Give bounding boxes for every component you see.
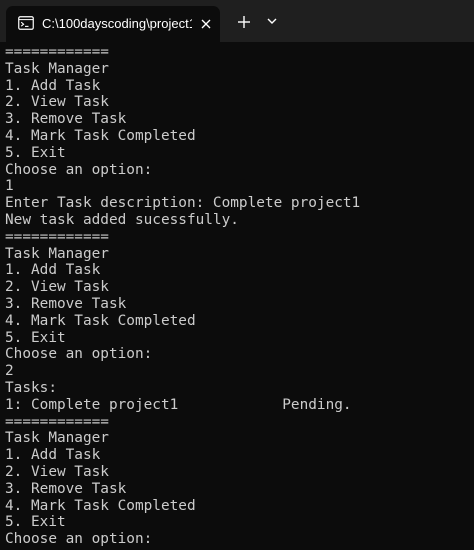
plus-icon[interactable]: [234, 12, 254, 32]
terminal-icon: [18, 16, 34, 30]
console-line: 1: [5, 178, 14, 195]
console-line: Choose an option:: [5, 346, 153, 363]
chevron-down-icon[interactable]: [264, 13, 280, 29]
console-line: 1. Add Task: [5, 77, 101, 94]
console-line: 1. Add Task: [5, 262, 101, 279]
console-line: Enter Task description: Complete project…: [5, 195, 361, 212]
console-line: 1: Complete project1 Pending.: [5, 396, 352, 413]
tab-bar: C:\100dayscoding\project1\pr: [0, 0, 474, 42]
console-line: 5. Exit: [5, 144, 66, 161]
console-line: ============: [5, 228, 109, 245]
terminal-window: C:\100dayscoding\project1\pr ===========…: [0, 0, 474, 550]
console-line: ============: [5, 413, 109, 430]
terminal-tab[interactable]: C:\100dayscoding\project1\pr: [6, 6, 220, 42]
console-line: 3. Remove Task: [5, 480, 127, 497]
console-line: 2. View Task: [5, 463, 109, 480]
console-line: Choose an option:: [5, 531, 153, 548]
console-line: 1. Add Task: [5, 447, 101, 464]
console-line: 2. View Task: [5, 94, 109, 111]
console-line: 3. Remove Task: [5, 295, 127, 312]
close-icon[interactable]: [198, 16, 214, 32]
console-line: Task Manager: [5, 430, 109, 447]
console-line: 5. Exit: [5, 329, 66, 346]
console-line: 3. Remove Task: [5, 111, 127, 128]
console-line: New task added sucessfully.: [5, 211, 239, 228]
console-line: 2: [5, 363, 14, 380]
console-line: 4. Mark Task Completed: [5, 127, 196, 144]
console-line: 5. Exit: [5, 514, 66, 531]
console-line: 2. View Task: [5, 279, 109, 296]
console-text: ============ Task Manager 1. Add Task 2. Vi…: [5, 44, 360, 548]
console-line: Choose an option:: [5, 161, 153, 178]
console-line: Tasks:: [5, 379, 57, 396]
console-line: Task Manager: [5, 60, 109, 77]
console-line: 4. Mark Task Completed: [5, 497, 196, 514]
tab-title: C:\100dayscoding\project1\pr: [42, 16, 192, 31]
console-line: 4. Mark Task Completed: [5, 312, 196, 329]
console-line: ============: [5, 44, 109, 60]
console-output[interactable]: ============ Task Manager 1. Add Task 2. Vi…: [0, 42, 474, 550]
console-line: Task Manager: [5, 245, 109, 262]
